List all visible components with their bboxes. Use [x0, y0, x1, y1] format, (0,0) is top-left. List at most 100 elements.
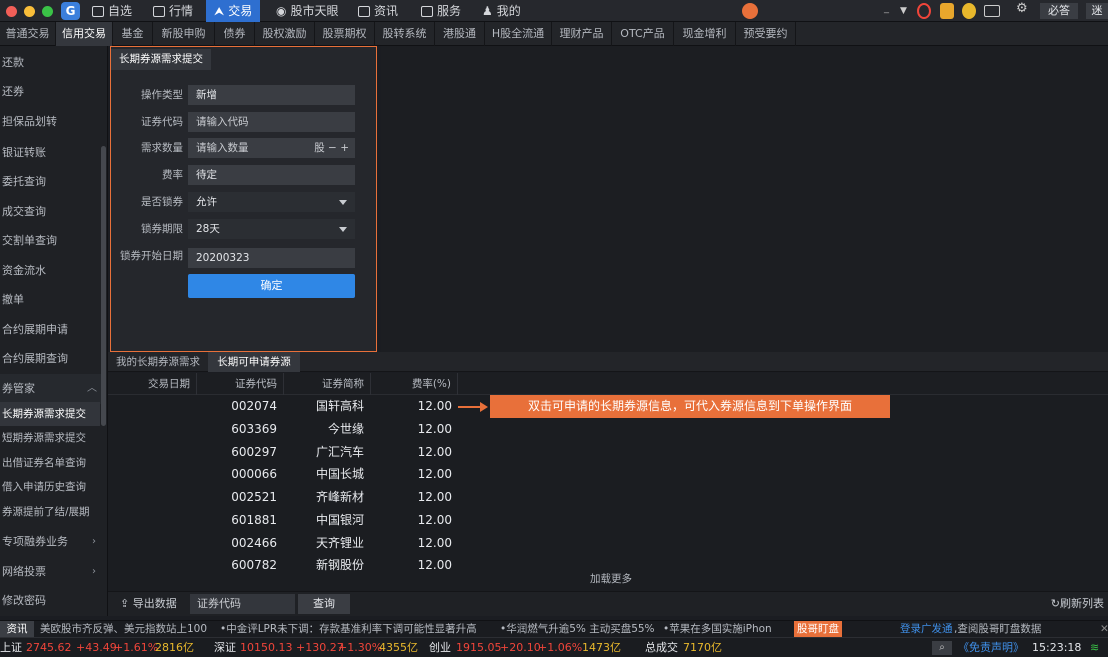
- sidebar-item-zhanqi-apply[interactable]: 合约展期申请: [0, 315, 100, 345]
- table-row[interactable]: 002521 齐峰新材 12.00: [108, 486, 1108, 509]
- nav-hangqing[interactable]: 行情: [153, 0, 193, 22]
- close-window-button[interactable]: [6, 6, 17, 17]
- news-item[interactable]: •华润燃气升逾5% 主动买盘55%: [500, 621, 655, 637]
- sidebar-item-huanquan[interactable]: 还券: [0, 77, 100, 107]
- column-header[interactable]: 交易日期: [108, 373, 197, 395]
- sidebar-item-special[interactable]: 专项融券业务 ›: [0, 527, 100, 557]
- tab-licai[interactable]: 理财产品: [552, 22, 612, 46]
- sidebar-item-zhanqi-query[interactable]: 合约展期查询: [0, 344, 100, 374]
- lock-select[interactable]: 允许: [188, 192, 355, 212]
- code-search-input[interactable]: 证券代码: [190, 594, 295, 614]
- sidebar-item-vote[interactable]: 网络投票 ›: [0, 557, 100, 587]
- refresh-button[interactable]: ↻刷新列表: [1051, 592, 1104, 616]
- avatar[interactable]: [742, 3, 758, 19]
- news-item[interactable]: 美欧股市齐反弹、美元指数站上100: [40, 621, 207, 637]
- query-button[interactable]: 查询: [298, 594, 350, 614]
- nav-wode[interactable]: ♟ 我的: [482, 0, 521, 22]
- sidebar-item-weituo[interactable]: 委托查询: [0, 167, 100, 197]
- mail-icon[interactable]: [984, 5, 1000, 17]
- coin-icon[interactable]: [962, 3, 976, 19]
- tab-guzhuan[interactable]: 股转系统: [375, 22, 435, 46]
- tab-putong[interactable]: 普通交易: [0, 22, 56, 46]
- sidebar-item-chedan[interactable]: 撤单: [0, 285, 100, 315]
- bida-button[interactable]: 必答: [1040, 3, 1078, 19]
- sidebar-item-password[interactable]: 修改密码: [0, 586, 100, 616]
- column-header[interactable]: 证券简称: [284, 373, 371, 395]
- sidebar-item-jiaoge[interactable]: 交割单查询: [0, 226, 100, 256]
- lock-icon[interactable]: [940, 3, 954, 19]
- export-button[interactable]: ⇪ 导出数据: [120, 592, 177, 616]
- tab-xingu[interactable]: 新股申购: [153, 22, 215, 46]
- sidebar-scrollbar[interactable]: [101, 146, 106, 426]
- tab-jijin[interactable]: 基金: [113, 22, 153, 46]
- sidebar-item-early-settle[interactable]: 券源提前了结/展期: [0, 500, 100, 524]
- confirm-button[interactable]: 确定: [188, 274, 355, 298]
- tab-otc[interactable]: OTC产品: [612, 22, 674, 46]
- sz-pct: +1.30%: [338, 641, 383, 654]
- gear-icon[interactable]: ⚙: [1016, 1, 1028, 17]
- name-cell: 国轩高科: [315, 399, 364, 413]
- cy-price: 1915.05: [456, 641, 502, 654]
- sidebar-item-borrow-history[interactable]: 借入申请历史查询: [0, 475, 100, 499]
- lock-period-select[interactable]: 28天: [188, 219, 355, 239]
- cy-pct: +1.06%: [538, 641, 583, 654]
- column-header[interactable]: 证券代码: [197, 373, 284, 395]
- table-row[interactable]: 601881 中国银河 12.00: [108, 509, 1108, 532]
- table-row[interactable]: 600297 广汇汽车 12.00: [108, 441, 1108, 464]
- annotation-callout: 双击可申请的长期券源信息，可代入券源信息到下单操作界面: [490, 395, 890, 418]
- promo-badge[interactable]: 股哥盯盘: [794, 621, 842, 637]
- start-date-field[interactable]: 20200323: [188, 248, 355, 268]
- news-item[interactable]: •中金评LPR未下调：存款基准利率下调可能性显著升高: [220, 621, 477, 637]
- column-header[interactable]: 费率(%): [371, 373, 458, 395]
- tab-qiquan[interactable]: 股票期权: [315, 22, 375, 46]
- nav-tianyan[interactable]: ◉ 股市天眼: [276, 0, 339, 22]
- sidebar-item-yinzheng[interactable]: 银证转账: [0, 138, 100, 168]
- sidebar-group-quanguanjia[interactable]: 券管家 ︿: [0, 374, 101, 404]
- disclaimer-link[interactable]: 《免责声明》: [958, 638, 1024, 657]
- name-cell: 中国长城: [315, 467, 364, 481]
- tab-ganggutong[interactable]: 港股通: [435, 22, 485, 46]
- security-code-input[interactable]: 请输入代码: [188, 112, 355, 132]
- operation-type-field[interactable]: 新增: [188, 85, 355, 105]
- news-item[interactable]: •苹果在多国实施iPhon: [663, 621, 772, 637]
- item-label: 专项融券业务: [2, 535, 68, 548]
- sidebar-item-chengjiao[interactable]: 成交查询: [0, 197, 100, 227]
- news-right-text: ,查阅股哥盯盘数据: [954, 623, 1042, 635]
- table-row[interactable]: 603369 今世缘 12.00: [108, 418, 1108, 441]
- minimize-window-button[interactable]: [24, 6, 35, 17]
- plus-icon[interactable]: +: [340, 142, 349, 154]
- table-row[interactable]: 002466 天齐锂业 12.00: [108, 532, 1108, 555]
- tab-zhaiquan[interactable]: 债券: [215, 22, 255, 46]
- sidebar-item-huankuan[interactable]: 还款: [0, 48, 100, 78]
- maximize-window-button[interactable]: [42, 6, 53, 17]
- sidebar-item-short-term[interactable]: 短期券源需求提交: [0, 426, 100, 450]
- dropdown-icon[interactable]: ▼: [900, 6, 907, 22]
- search-icon[interactable]: ⌕: [932, 641, 952, 655]
- nav-zixuan[interactable]: 自选: [92, 0, 132, 22]
- sidebar-item-danbaopin[interactable]: 担保品划转: [0, 107, 100, 137]
- select-value: 允许: [196, 196, 217, 208]
- sidebar-item-long-term[interactable]: 长期券源需求提交: [0, 402, 100, 426]
- tab-yushou[interactable]: 预受要约: [736, 22, 796, 46]
- minus-icon[interactable]: −: [328, 142, 337, 154]
- nav-zixun[interactable]: 资讯: [358, 0, 398, 22]
- tab-xinyong[interactable]: 信用交易: [56, 22, 113, 46]
- tab-hgu[interactable]: H股全流通: [485, 22, 552, 46]
- tab-my-requests[interactable]: 我的长期券源需求: [108, 352, 208, 372]
- nav-jiaoyi[interactable]: ⮝ 交易: [206, 0, 261, 22]
- nav-label: 交易: [228, 4, 253, 18]
- tab-available-sources[interactable]: 长期可申请券源: [208, 352, 300, 372]
- sidebar-item-lend-list[interactable]: 出借证券名单查询: [0, 451, 100, 475]
- quantity-stepper[interactable]: 请输入数量 股 − +: [188, 138, 355, 158]
- login-link[interactable]: 登录广发通: [900, 621, 953, 637]
- close-icon[interactable]: ✕: [1100, 621, 1108, 637]
- load-more-link[interactable]: 加载更多: [590, 571, 632, 586]
- tab-guquan[interactable]: 股权激励: [255, 22, 315, 46]
- sidebar-item-zijin[interactable]: 资金流水: [0, 256, 100, 286]
- table-row[interactable]: 000066 中国长城 12.00: [108, 463, 1108, 486]
- briefcase-icon: [421, 5, 433, 17]
- mi-button[interactable]: 迷: [1086, 3, 1108, 19]
- nav-fuwu[interactable]: 服务: [421, 0, 461, 22]
- tab-xianjin[interactable]: 现金增利: [674, 22, 736, 46]
- power-icon[interactable]: [917, 3, 931, 19]
